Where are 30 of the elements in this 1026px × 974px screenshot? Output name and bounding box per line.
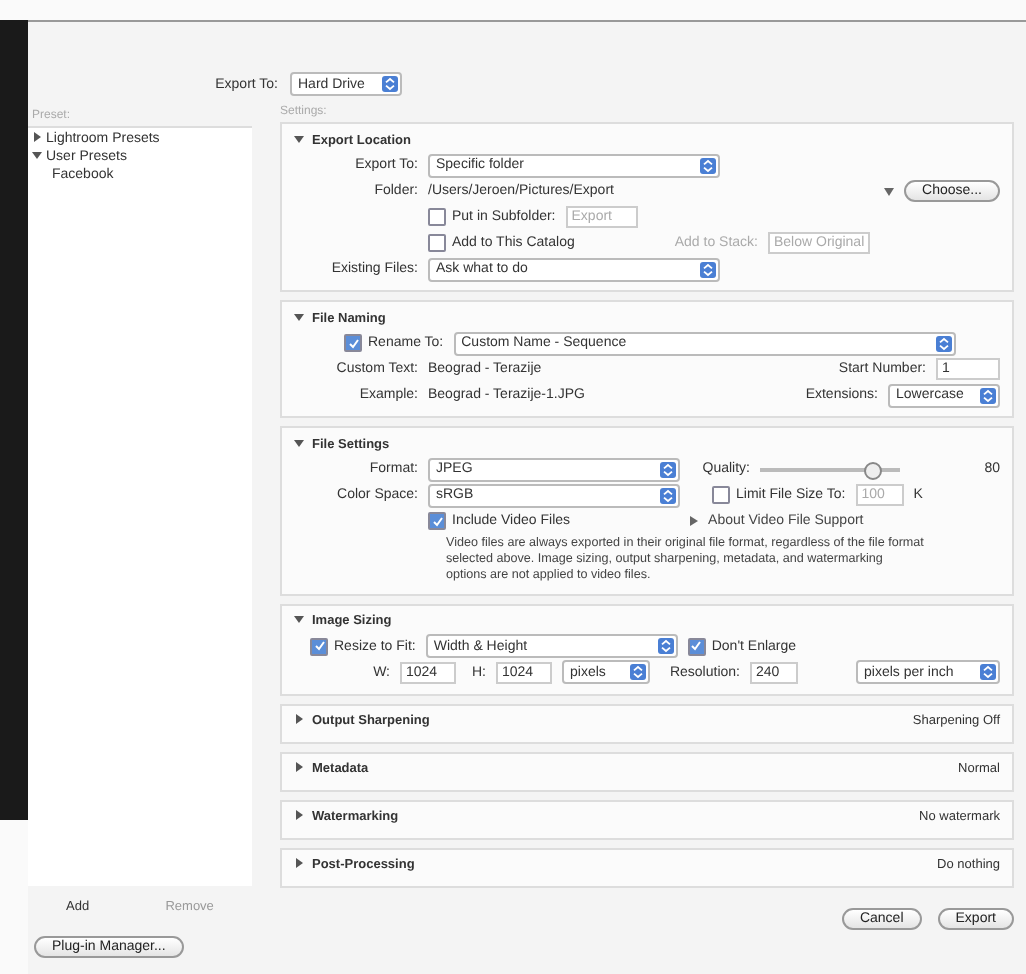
stepper-arrows-icon — [657, 638, 674, 655]
dropdown-caret-icon[interactable] — [884, 187, 895, 195]
stepper-arrows-icon — [980, 387, 996, 403]
expanded-triangle-icon[interactable] — [294, 311, 304, 321]
expanded-triangle-icon[interactable] — [294, 614, 304, 625]
expanded-triangle-icon[interactable] — [294, 437, 304, 447]
collapsed-triangle-icon[interactable] — [294, 714, 304, 725]
slider-thumb[interactable] — [864, 461, 882, 479]
stepper-arrows-icon — [382, 76, 398, 92]
stepper-arrows-icon — [660, 487, 676, 503]
checkbox[interactable] — [428, 234, 446, 252]
stepper-arrows-icon — [980, 664, 996, 681]
checkbox[interactable] — [712, 486, 730, 504]
stepper-arrows-icon — [700, 157, 716, 173]
expanded-triangle-icon[interactable] — [294, 133, 304, 143]
collapsed-triangle-icon[interactable] — [32, 132, 42, 142]
collapsed-triangle-icon[interactable] — [294, 810, 304, 821]
stepper-arrows-icon — [700, 261, 716, 277]
checkbox[interactable] — [310, 637, 328, 656]
checkbox[interactable] — [428, 208, 446, 226]
stepper-arrows-icon — [630, 664, 646, 681]
stepper-arrows-icon — [660, 461, 676, 477]
expand-triangle-icon[interactable] — [690, 516, 699, 526]
checkbox[interactable] — [428, 512, 446, 530]
collapsed-triangle-icon[interactable] — [294, 762, 304, 773]
collapsed-triangle-icon[interactable] — [294, 858, 304, 869]
checkbox[interactable] — [687, 637, 706, 656]
stepper-arrows-icon — [935, 335, 952, 351]
checkbox[interactable] — [344, 334, 362, 352]
expanded-triangle-icon[interactable] — [32, 150, 42, 160]
